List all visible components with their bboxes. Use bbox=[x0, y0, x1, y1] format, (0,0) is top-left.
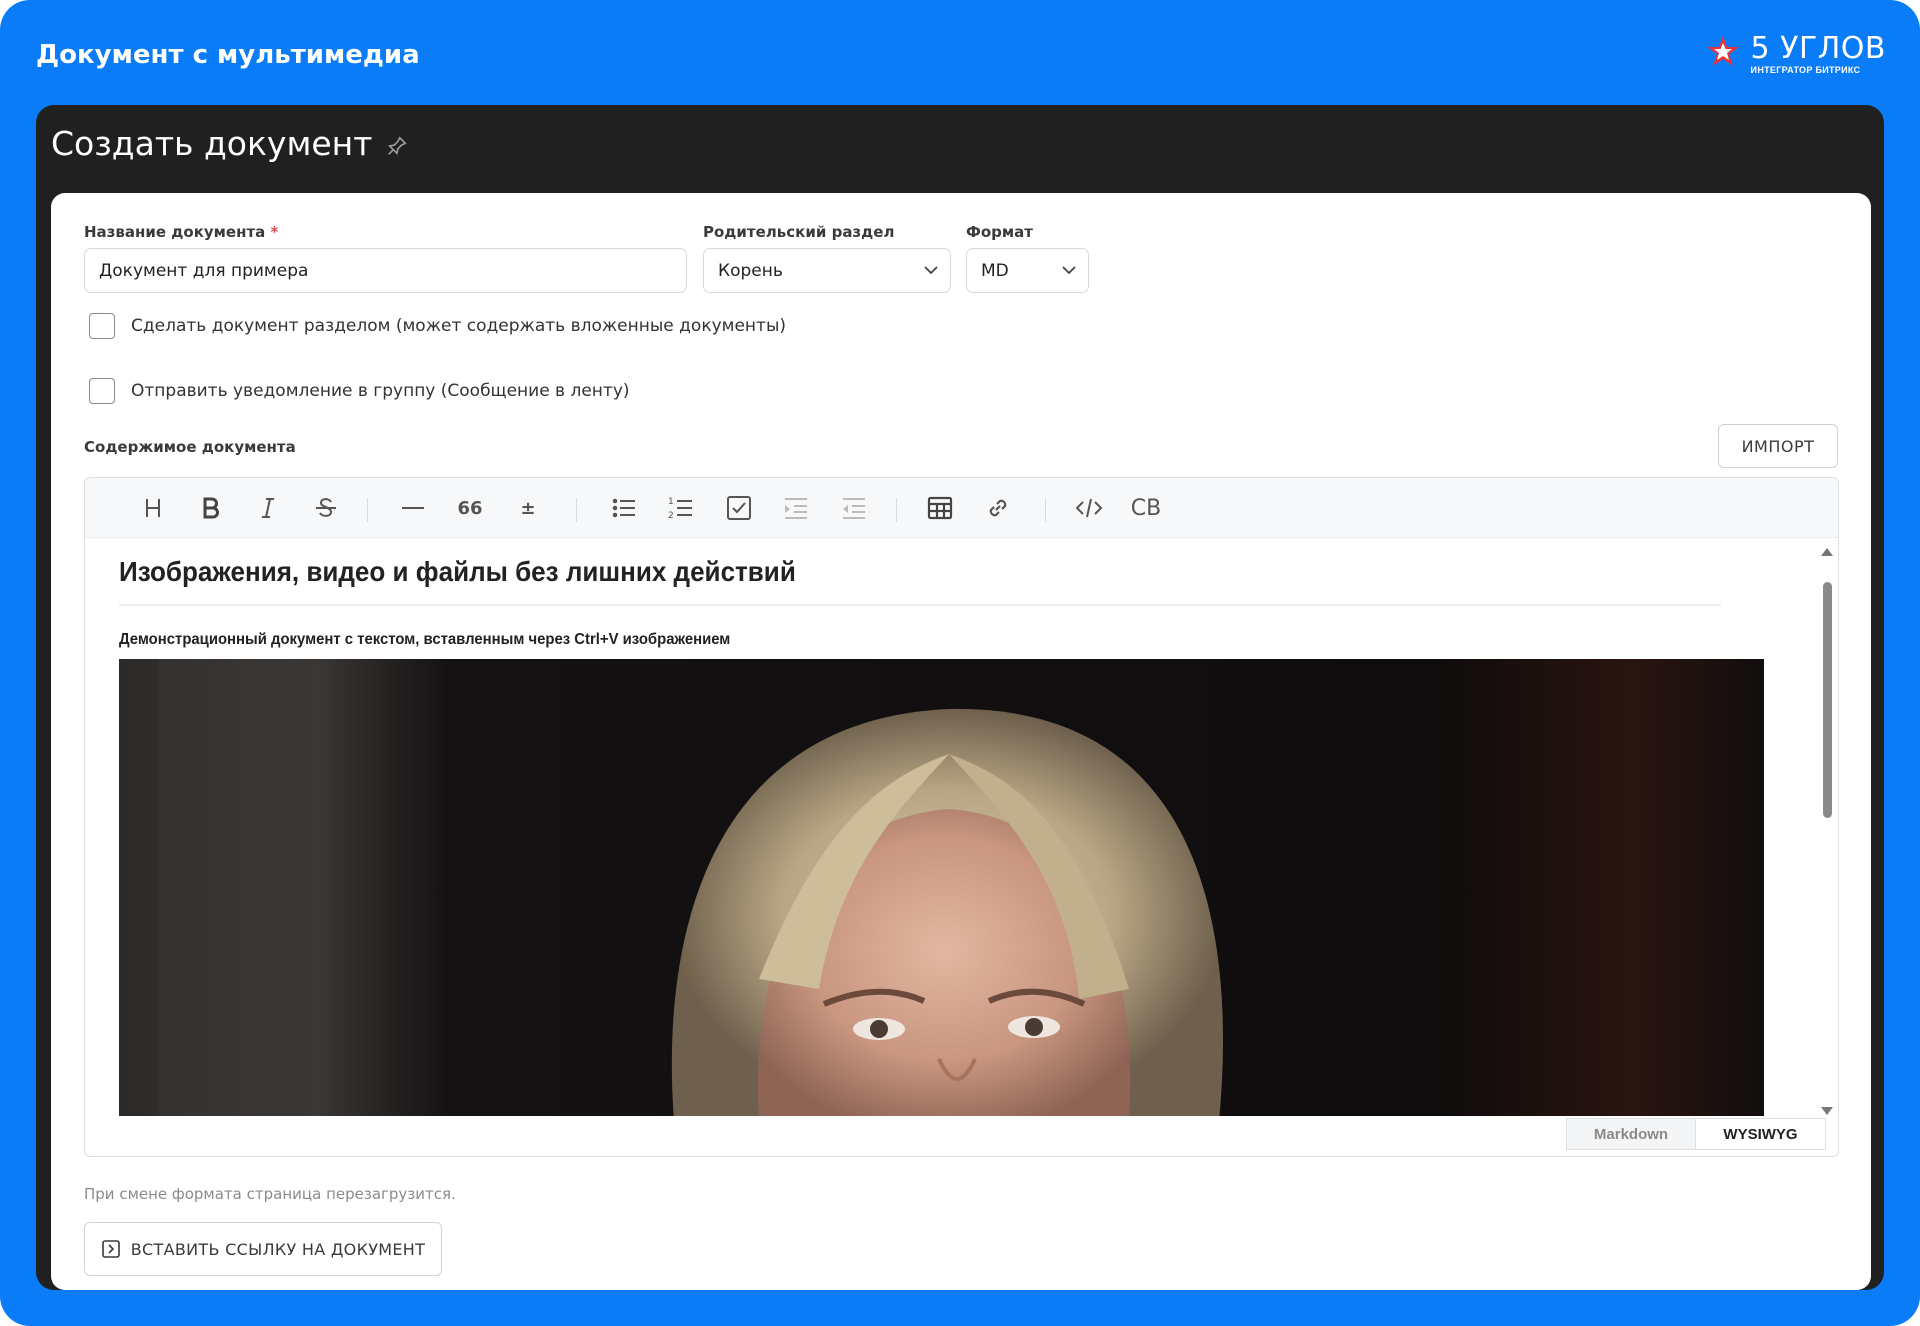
document-heading: Изображения, видео и файлы без лишних де… bbox=[119, 556, 796, 587]
toolbar-separator bbox=[367, 498, 368, 522]
format-change-hint: При смене формата страница перезагрузитс… bbox=[84, 1185, 456, 1203]
document-name-input[interactable]: Документ для примера bbox=[84, 248, 687, 293]
quote-icon-text: 66 bbox=[457, 497, 483, 519]
page-title: Создать документ bbox=[51, 124, 408, 163]
svg-text:1: 1 bbox=[668, 497, 674, 507]
insert-document-link-button[interactable]: ВСТАВИТЬ ССЫЛКУ НА ДОКУМЕНТ bbox=[84, 1222, 442, 1276]
brand-subtitle: ИНТЕГРАТОР БИТРИКС bbox=[1750, 65, 1861, 75]
embedded-photo[interactable] bbox=[119, 659, 1764, 1116]
form-card: Название документа * Документ для пример… bbox=[51, 193, 1871, 1290]
markdown-mode-tab[interactable]: Markdown bbox=[1566, 1118, 1696, 1150]
heading-divider bbox=[119, 604, 1721, 606]
insert-document-link-label: ВСТАВИТЬ ССЫЛКУ НА ДОКУМЕНТ bbox=[130, 1239, 426, 1259]
make-section-checkbox-row[interactable]: Сделать документ разделом (может содержа… bbox=[89, 313, 786, 339]
document-name-label: Название документа * bbox=[84, 223, 278, 241]
cb-icon[interactable]: CB bbox=[1126, 488, 1166, 528]
insert-link-icon bbox=[101, 1240, 120, 1258]
star-logo-icon bbox=[1706, 36, 1739, 66]
editor-mode-tabs: Markdown WYSIWYG bbox=[1566, 1118, 1826, 1150]
link-icon[interactable] bbox=[978, 488, 1018, 528]
page-title-text: Создать документ bbox=[51, 124, 373, 163]
document-name-label-text: Название документа bbox=[84, 223, 266, 241]
bullet-list-icon[interactable] bbox=[604, 488, 644, 528]
photo-image bbox=[119, 659, 1764, 1116]
toolbar-separator bbox=[896, 498, 897, 522]
editor-content[interactable]: Изображения, видео и файлы без лишних де… bbox=[119, 538, 1769, 1116]
required-mark: * bbox=[270, 223, 279, 241]
italic-icon[interactable] bbox=[248, 488, 288, 528]
make-section-label: Сделать документ разделом (может содержа… bbox=[131, 316, 786, 336]
bold-icon[interactable] bbox=[191, 488, 231, 528]
scroll-down-arrow-icon[interactable] bbox=[1820, 1106, 1834, 1116]
scrollbar-thumb[interactable] bbox=[1823, 582, 1832, 818]
scroll-up-arrow-icon[interactable] bbox=[1820, 547, 1834, 557]
app-frame: Документ с мультимедиа 5 УГЛОВ ИНТЕГРАТО… bbox=[0, 0, 1920, 1326]
chevron-down-icon bbox=[924, 265, 938, 274]
notify-group-label: Отправить уведомление в группу (Сообщени… bbox=[131, 381, 630, 401]
banner-title: Документ с мультимедиа bbox=[36, 40, 420, 70]
document-name-value: Документ для примера bbox=[99, 260, 309, 281]
svg-text:2: 2 bbox=[668, 511, 674, 521]
document-subheading: Демонстрационный документ с текстом, вст… bbox=[119, 631, 731, 648]
format-select[interactable]: MD bbox=[966, 248, 1089, 293]
format-label: Формат bbox=[966, 223, 1033, 241]
import-button[interactable]: ИМПОРТ bbox=[1718, 424, 1838, 468]
editor-toolbar: 66 ± 12 CB bbox=[85, 478, 1838, 538]
brand-name: 5 УГЛОВ bbox=[1750, 31, 1886, 66]
notify-group-checkbox[interactable] bbox=[89, 378, 115, 404]
plus-minus-text: ± bbox=[520, 497, 536, 519]
make-section-checkbox[interactable] bbox=[89, 313, 115, 339]
format-value: MD bbox=[981, 260, 1009, 281]
quote-icon[interactable]: 66 bbox=[450, 488, 490, 528]
toolbar-separator bbox=[576, 498, 577, 522]
indent-icon[interactable] bbox=[776, 488, 816, 528]
chevron-down-icon bbox=[1062, 265, 1076, 274]
parent-section-value: Корень bbox=[718, 260, 783, 281]
plus-minus-icon[interactable]: ± bbox=[508, 488, 548, 528]
outdent-icon[interactable] bbox=[834, 488, 874, 528]
parent-section-select[interactable]: Корень bbox=[703, 248, 951, 293]
pin-icon[interactable] bbox=[386, 135, 408, 157]
heading-icon[interactable] bbox=[133, 488, 173, 528]
parent-section-label: Родительский раздел bbox=[703, 223, 895, 241]
notify-group-checkbox-row[interactable]: Отправить уведомление в группу (Сообщени… bbox=[89, 378, 630, 404]
toolbar-separator bbox=[1045, 498, 1046, 522]
markdown-editor: 66 ± 12 CB Изображения, видео и файлы бе… bbox=[84, 477, 1839, 1157]
content-label: Содержимое документа bbox=[84, 438, 296, 456]
numbered-list-icon[interactable]: 12 bbox=[661, 488, 701, 528]
horizontal-rule-icon[interactable] bbox=[393, 488, 433, 528]
task-list-icon[interactable] bbox=[719, 488, 759, 528]
wysiwyg-mode-tab[interactable]: WYSIWYG bbox=[1696, 1118, 1826, 1150]
brand-logo: 5 УГЛОВ ИНТЕГРАТОР БИТРИКС bbox=[1705, 32, 1886, 75]
cb-icon-text: CB bbox=[1130, 495, 1162, 521]
strikethrough-icon[interactable] bbox=[306, 488, 346, 528]
code-icon[interactable] bbox=[1069, 488, 1109, 528]
table-icon[interactable] bbox=[920, 488, 960, 528]
